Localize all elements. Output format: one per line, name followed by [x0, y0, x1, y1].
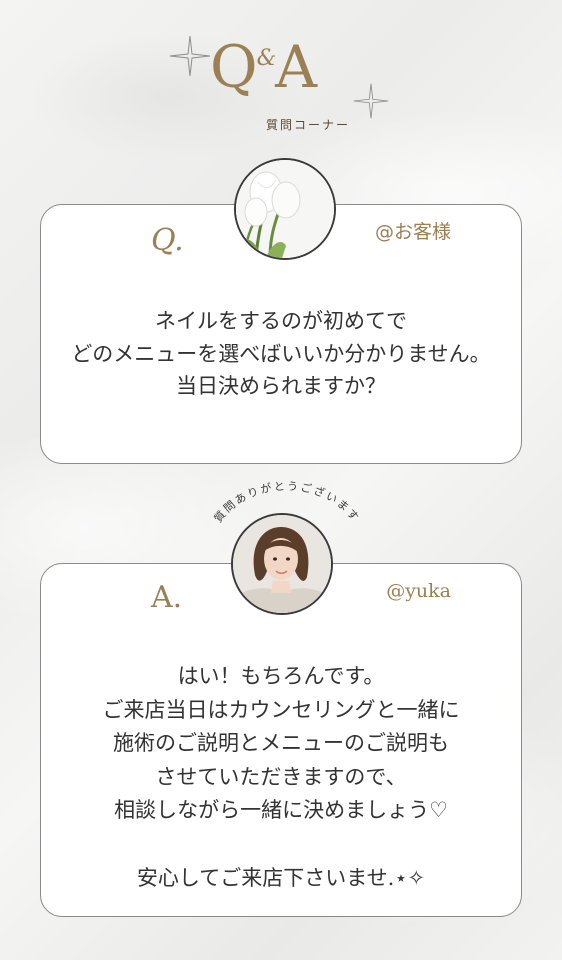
qa-title: Q&A: [210, 38, 317, 96]
tulip-photo-icon: [234, 158, 336, 260]
sparkle-icon: [169, 35, 211, 77]
sparkle-icon: [353, 83, 389, 119]
answer-text: はい！もちろんです。 ご来店当日はカウンセリングと一緒に 施術のご説明とメニュー…: [102, 664, 460, 890]
answer-card: A. @yuka はい！もちろんです。 ご来店当日はカウンセリングと一緒に 施術…: [40, 563, 522, 917]
title-q: Q: [210, 33, 258, 101]
question-user: @お客様: [374, 221, 451, 243]
question-text: ネイルをするのが初めてで どのメニューを選べばいいか分かりません。 当日決められ…: [71, 309, 491, 399]
title-a: A: [275, 33, 317, 101]
qa-header: Q&A 質問コーナー: [0, 30, 562, 140]
title-ampersand: &: [256, 46, 277, 71]
answer-letter: A.: [151, 580, 183, 615]
answer-user: @yuka: [386, 580, 451, 602]
question-letter: Q.: [151, 223, 184, 258]
staff-portrait-icon: [231, 513, 333, 615]
qa-subtitle: 質問コーナー: [266, 118, 351, 132]
